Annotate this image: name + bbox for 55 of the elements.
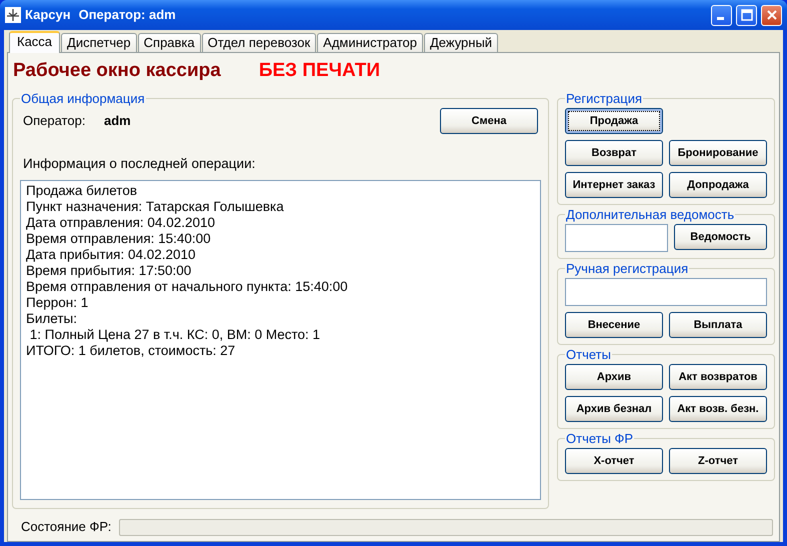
info-label: Информация о последней операции: bbox=[22, 155, 256, 173]
shift-button[interactable]: Смена bbox=[440, 108, 538, 134]
operator-name: adm bbox=[104, 112, 131, 130]
status-label: Состояние ФР: bbox=[21, 518, 112, 536]
action-button[interactable]: Акт возв. безн. bbox=[669, 396, 767, 422]
group-title: Общая информация bbox=[20, 91, 146, 106]
action-button[interactable]: Архив безнал bbox=[565, 396, 663, 422]
tab[interactable]: Диспетчер bbox=[61, 33, 137, 52]
group-title: Отчеты bbox=[565, 347, 612, 362]
info-line: Дата прибытия: 04.02.2010 bbox=[26, 247, 197, 264]
action-button[interactable]: Ведомость bbox=[674, 224, 767, 250]
operator-label: Оператор: bbox=[22, 112, 86, 130]
app-icon bbox=[5, 7, 21, 23]
action-button[interactable]: Акт возвратов bbox=[669, 364, 767, 390]
info-line: Время прибытия: 17:50:00 bbox=[26, 263, 192, 280]
group-title: Регистрация bbox=[565, 91, 643, 106]
info-line: 1: Полный Цена 27 в т.ч. КС: 0, ВМ: 0 Место: 1 bbox=[28, 327, 322, 344]
action-button[interactable]: Z-отчет bbox=[669, 448, 767, 474]
info-line: ИТОГО: 1 билетов, стоимость: 27 bbox=[26, 343, 236, 360]
action-button[interactable]: Допродажа bbox=[669, 172, 767, 198]
input-field[interactable] bbox=[565, 278, 767, 306]
window-title: Оператор: adm bbox=[78, 6, 176, 24]
tab[interactable]: Дежурный bbox=[424, 33, 498, 52]
minimize-button[interactable] bbox=[711, 4, 732, 26]
group-title: Ручная регистрация bbox=[565, 261, 690, 276]
info-line: Перрон: 1 bbox=[26, 295, 90, 312]
group-title: Отчеты ФР bbox=[565, 431, 634, 446]
window-heading: Рабочее окно кассира bbox=[13, 59, 221, 83]
action-button[interactable]: Интернет заказ bbox=[565, 172, 663, 198]
action-button[interactable]: Бронирование bbox=[669, 140, 767, 166]
action-button[interactable]: X-отчет bbox=[565, 448, 663, 474]
tab[interactable]: Отдел перевозок bbox=[202, 33, 316, 52]
info-line: Билеты: bbox=[26, 311, 78, 328]
input-field[interactable] bbox=[565, 224, 668, 252]
tab[interactable]: Администратор bbox=[317, 33, 423, 52]
tab[interactable]: Справка bbox=[138, 33, 201, 52]
tab[interactable]: Касса bbox=[9, 31, 60, 53]
info-line: Дата отправления: 04.02.2010 bbox=[26, 215, 216, 232]
action-button[interactable]: Возврат bbox=[565, 140, 663, 166]
maximize-icon bbox=[740, 9, 752, 21]
group-title: Дополнительная ведомость bbox=[565, 207, 736, 222]
info-line: Продажа билетов bbox=[26, 183, 138, 200]
close-icon bbox=[766, 9, 778, 21]
action-button[interactable]: Продажа bbox=[565, 108, 663, 134]
info-line: Время отправления от начального пункта: 15:40:00 bbox=[26, 279, 349, 296]
app-name: Карсун bbox=[25, 6, 71, 24]
action-button[interactable]: Выплата bbox=[669, 312, 767, 338]
info-line: Пункт назначения: Татарская Голышевка bbox=[26, 199, 285, 216]
action-button[interactable]: Внесение bbox=[565, 312, 663, 338]
action-button[interactable]: Архив bbox=[565, 364, 663, 390]
mode-label: БЕЗ ПЕЧАТИ bbox=[258, 59, 380, 83]
maximize-button[interactable] bbox=[736, 4, 757, 26]
close-button[interactable] bbox=[761, 4, 782, 26]
info-line: Время отправления: 15:40:00 bbox=[26, 231, 212, 248]
minimize-icon bbox=[716, 17, 724, 20]
